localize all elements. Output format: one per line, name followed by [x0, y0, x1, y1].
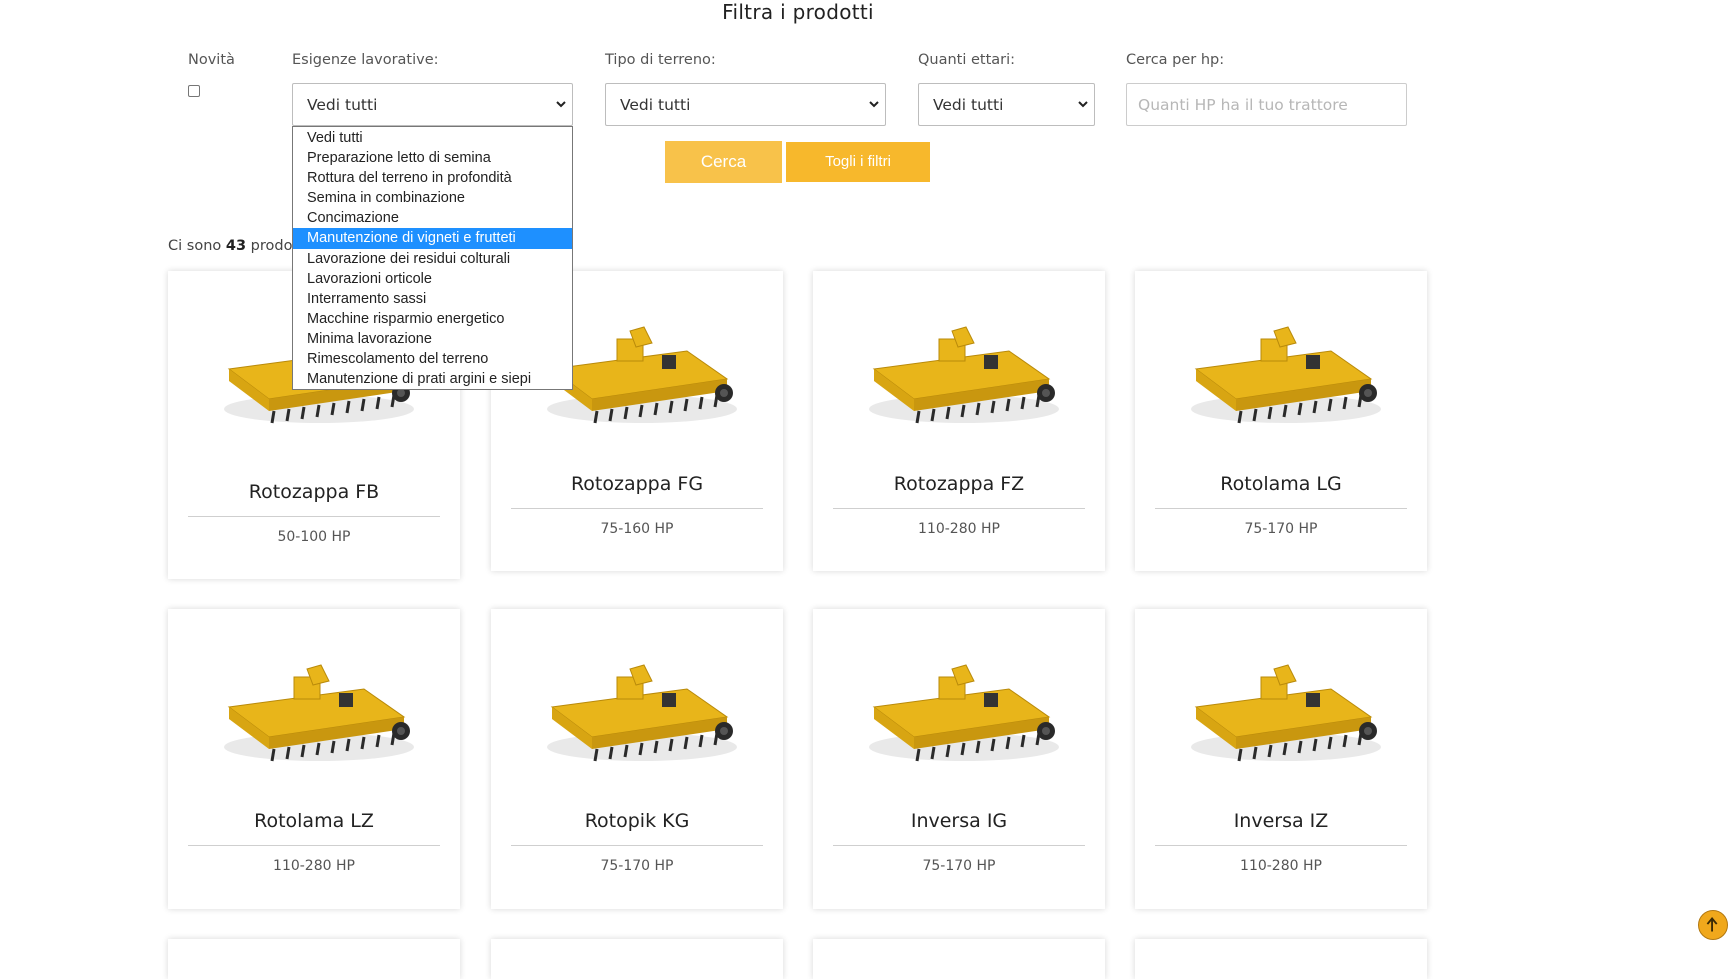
results-count: Ci sono 43 prodot: [168, 238, 298, 254]
product-image: [833, 629, 1085, 797]
divider: [511, 508, 763, 509]
novita-checkbox[interactable]: [188, 85, 200, 97]
dropdown-option[interactable]: Interramento sassi: [293, 289, 572, 309]
product-image: [188, 629, 440, 797]
divider: [1155, 845, 1407, 846]
product-card[interactable]: Rotolama LG 75-170 HP: [1135, 271, 1427, 571]
results-prefix: Ci sono: [168, 238, 222, 254]
clear-filters-button[interactable]: Togli i filtri: [786, 142, 930, 182]
divider: [833, 845, 1085, 846]
dropdown-option[interactable]: Manutenzione di prati argini e siepi: [293, 369, 572, 389]
product-hp: 110-280 HP: [273, 858, 355, 874]
divider: [188, 845, 440, 846]
product-card[interactable]: [491, 939, 783, 979]
dropdown-option[interactable]: Macchine risparmio energetico: [293, 309, 572, 329]
scroll-to-top-button[interactable]: [1698, 910, 1728, 940]
product-card[interactable]: Rotozappa FZ 110-280 HP: [813, 271, 1105, 571]
novita-label: Novità: [188, 52, 235, 68]
dropdown-option[interactable]: Lavorazione dei residui colturali: [293, 249, 572, 269]
terreno-select[interactable]: Vedi tutti: [605, 83, 886, 126]
product-card[interactable]: [168, 939, 460, 979]
product-name: Rotolama LZ: [254, 810, 374, 832]
dropdown-option[interactable]: Minima lavorazione: [293, 329, 572, 349]
product-name: Inversa IG: [910, 810, 1008, 832]
divider: [1155, 508, 1407, 509]
product-image: [1155, 629, 1407, 797]
dropdown-option[interactable]: Vedi tutti: [293, 128, 572, 148]
dropdown-option[interactable]: Rimescolamento del terreno: [293, 349, 572, 369]
arrow-up-icon: [1706, 917, 1718, 932]
product-name: Rotozappa FG: [570, 473, 704, 495]
esigenze-select[interactable]: Vedi tutti: [292, 83, 573, 126]
product-image: [833, 291, 1085, 459]
terreno-select-value: Vedi tutti: [620, 96, 691, 114]
product-hp: 110-280 HP: [1240, 858, 1322, 874]
chevron-down-icon: [556, 101, 566, 108]
ettari-select[interactable]: Vedi tutti: [918, 83, 1095, 126]
dropdown-option[interactable]: Rottura del terreno in profondità: [293, 168, 572, 188]
product-name: Rotozappa FZ: [893, 473, 1025, 495]
product-image: [511, 629, 763, 797]
product-name: Inversa IZ: [1233, 810, 1329, 832]
esigenze-dropdown-list[interactable]: Vedi tutti Preparazione letto di semina …: [292, 126, 573, 390]
divider: [511, 845, 763, 846]
esigenze-label: Esigenze lavorative:: [292, 52, 439, 68]
product-name: Rotozappa FB: [248, 481, 380, 503]
dropdown-option[interactable]: Semina in combinazione: [293, 188, 572, 208]
page-title: Filtra i prodotti: [722, 0, 874, 24]
hp-label: Cerca per hp:: [1126, 52, 1225, 68]
product-hp: 50-100 HP: [277, 529, 351, 545]
ettari-label: Quanti ettari:: [918, 52, 1016, 68]
product-hp: 75-170 HP: [1244, 521, 1318, 537]
search-button[interactable]: Cerca: [665, 141, 782, 183]
dropdown-option[interactable]: Preparazione letto di semina: [293, 148, 572, 168]
chevron-down-icon: [869, 101, 879, 108]
product-hp: 75-170 HP: [600, 858, 674, 874]
product-hp: 75-170 HP: [922, 858, 996, 874]
product-card[interactable]: Rotopik KG 75-170 HP: [491, 609, 783, 909]
product-card[interactable]: [1135, 939, 1427, 979]
product-hp: 110-280 HP: [918, 521, 1000, 537]
results-number: 43: [225, 238, 247, 254]
dropdown-option[interactable]: Concimazione: [293, 208, 572, 228]
product-card[interactable]: Inversa IG 75-170 HP: [813, 609, 1105, 909]
terreno-label: Tipo di terreno:: [605, 52, 716, 68]
product-name: Rotopik KG: [584, 810, 690, 832]
product-hp: 75-160 HP: [600, 521, 674, 537]
product-card[interactable]: Inversa IZ 110-280 HP: [1135, 609, 1427, 909]
product-image: [1155, 291, 1407, 459]
dropdown-option-highlighted[interactable]: Manutenzione di vigneti e frutteti: [293, 228, 572, 249]
esigenze-select-value: Vedi tutti: [307, 96, 378, 114]
divider: [833, 508, 1085, 509]
product-card[interactable]: [813, 939, 1105, 979]
ettari-select-value: Vedi tutti: [933, 96, 1004, 114]
product-card[interactable]: Rotolama LZ 110-280 HP: [168, 609, 460, 909]
hp-search-placeholder: Quanti HP ha il tuo trattore: [1138, 96, 1348, 114]
product-name: Rotolama LG: [1220, 473, 1342, 495]
chevron-down-icon: [1078, 101, 1088, 108]
hp-search-input[interactable]: Quanti HP ha il tuo trattore: [1126, 83, 1407, 126]
dropdown-option[interactable]: Lavorazioni orticole: [293, 269, 572, 289]
divider: [188, 516, 440, 517]
